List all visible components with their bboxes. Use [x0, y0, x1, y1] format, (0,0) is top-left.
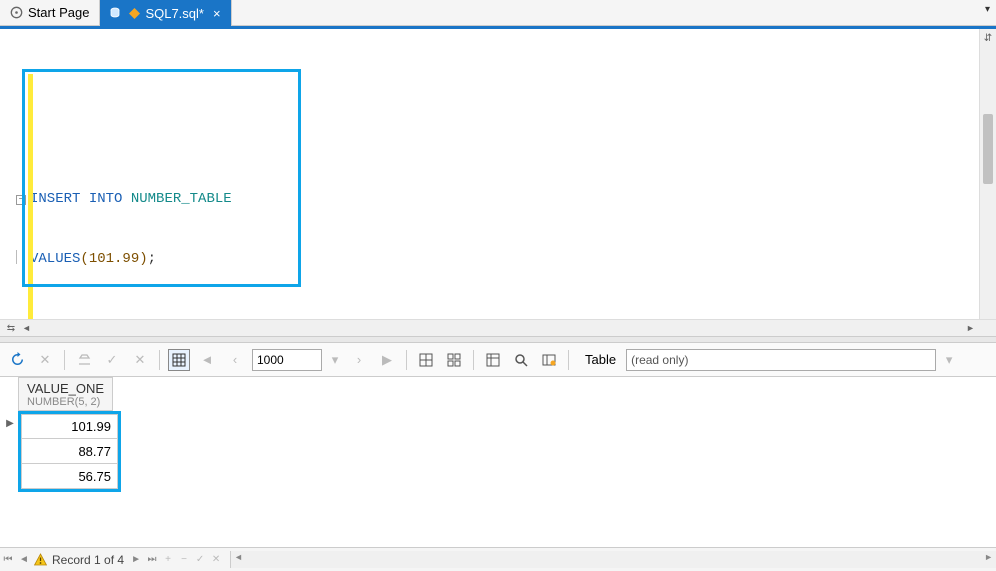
- commit-row-icon[interactable]: ✓: [192, 554, 208, 565]
- number-literal: 101.99: [89, 251, 139, 267]
- column-config-button[interactable]: [538, 349, 560, 371]
- pivot-button[interactable]: [482, 349, 504, 371]
- refresh-button[interactable]: [6, 349, 28, 371]
- view-grid-button[interactable]: [415, 349, 437, 371]
- split-vertical-icon[interactable]: ⇆: [4, 321, 18, 335]
- close-icon[interactable]: ×: [213, 6, 221, 21]
- tab-label: SQL7.sql*: [145, 6, 204, 21]
- split-horizontal-icon[interactable]: ⇵: [984, 33, 992, 44]
- change-marker: [28, 74, 33, 319]
- tab-start-page[interactable]: Start Page: [0, 0, 100, 25]
- tab-bar: Start Page SQL7.sql* × ▾: [0, 0, 996, 26]
- tab-label: Start Page: [28, 5, 89, 20]
- identifier: NUMBER_TABLE: [131, 191, 232, 207]
- export-button[interactable]: [73, 349, 95, 371]
- tabs-menu-icon[interactable]: ▾: [985, 4, 990, 15]
- nav-next-icon[interactable]: ►: [128, 554, 144, 565]
- cell[interactable]: 88.77: [21, 439, 118, 464]
- status-bar: ⏮ ◄ Record 1 of 4 ► ⏭ + − ✓ ✕: [0, 547, 996, 571]
- scroll-right-icon[interactable]: ►: [962, 323, 979, 333]
- view-card-button[interactable]: [443, 349, 465, 371]
- keyword: INTO: [89, 191, 123, 207]
- fold-icon[interactable]: −: [16, 195, 26, 205]
- page-dropdown-icon[interactable]: ▾: [328, 349, 342, 371]
- add-row-icon[interactable]: +: [160, 554, 176, 565]
- nav-prev-icon[interactable]: ◄: [16, 554, 32, 565]
- prev-page-button[interactable]: ‹: [224, 349, 246, 371]
- tab-sql-file[interactable]: SQL7.sql* ×: [100, 0, 231, 26]
- start-page-icon: [10, 6, 23, 19]
- delete-row-icon[interactable]: −: [176, 554, 192, 565]
- column-name: VALUE_ONE: [27, 381, 104, 396]
- footer-hscrollbar[interactable]: [230, 551, 996, 568]
- keyword: INSERT: [30, 191, 80, 207]
- scroll-left-icon[interactable]: ◄: [18, 323, 35, 333]
- find-button[interactable]: [510, 349, 532, 371]
- revert-row-icon[interactable]: ✕: [208, 554, 224, 565]
- sql-editor[interactable]: −INSERT INTO NUMBER_TABLE VALUES(101.99)…: [0, 29, 979, 319]
- results-toolbar: ✕ ✓ ✕ ◄ ‹ ▾ › ▶ Table ▾: [0, 343, 996, 377]
- column-type: NUMBER(5, 2): [27, 396, 104, 408]
- table-row[interactable]: 101.99: [21, 414, 118, 439]
- table-row[interactable]: 56.75: [21, 464, 118, 489]
- commit-button[interactable]: ✓: [101, 349, 123, 371]
- pane-resize-handle[interactable]: [0, 336, 996, 343]
- table-select[interactable]: [626, 349, 936, 371]
- warning-icon: [32, 552, 48, 568]
- last-page-button[interactable]: ▶: [376, 349, 398, 371]
- table-label: Table: [585, 352, 616, 367]
- results-grid: VALUE_ONE NUMBER(5, 2) ▶ 101.99 88.77 56…: [0, 377, 996, 515]
- nav-last-icon[interactable]: ⏭: [144, 554, 160, 565]
- keyword: VALUES: [30, 251, 80, 267]
- record-position: Record 1 of 4: [52, 553, 124, 567]
- first-page-button[interactable]: ◄: [196, 349, 218, 371]
- table-row[interactable]: 88.77: [21, 439, 118, 464]
- next-page-button[interactable]: ›: [348, 349, 370, 371]
- grid-mode-button[interactable]: [168, 349, 190, 371]
- modified-icon: [129, 8, 140, 19]
- scroll-thumb[interactable]: [983, 114, 993, 184]
- cancel-button[interactable]: ✕: [34, 349, 56, 371]
- column-header[interactable]: VALUE_ONE NUMBER(5, 2): [18, 377, 113, 411]
- current-row-indicator: ▶: [3, 418, 17, 429]
- highlight-results-box: 101.99 88.77 56.75: [18, 411, 121, 492]
- rollback-button[interactable]: ✕: [129, 349, 151, 371]
- page-size-input[interactable]: [252, 349, 322, 371]
- cell[interactable]: 101.99: [21, 414, 118, 439]
- sql-file-icon: [110, 6, 124, 20]
- table-dropdown-icon[interactable]: ▾: [942, 349, 956, 371]
- nav-first-icon[interactable]: ⏮: [0, 554, 16, 565]
- sql-editor-pane: −INSERT INTO NUMBER_TABLE VALUES(101.99)…: [0, 29, 996, 319]
- cell[interactable]: 56.75: [21, 464, 118, 489]
- editor-hscrollbar[interactable]: ⇆ ◄ ►: [0, 319, 996, 336]
- editor-vscrollbar[interactable]: ⇵: [979, 29, 996, 319]
